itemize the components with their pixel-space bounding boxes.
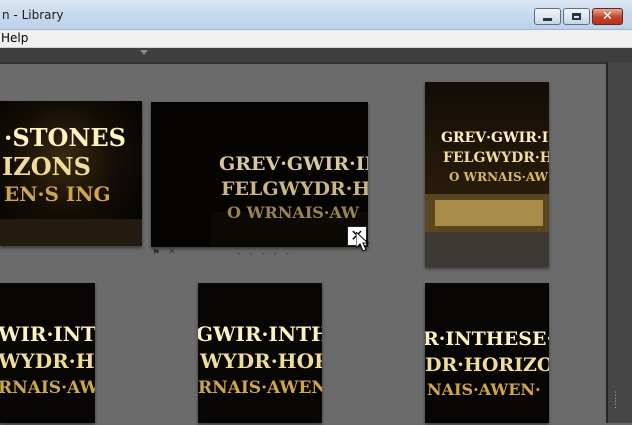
photo-image: R·INTHESE·ST DR·HORIZO NAIS·AWEN·	[425, 283, 549, 423]
photo-text: WIR·INTHESE	[0, 322, 95, 346]
photo-text: EN·S ING	[4, 182, 111, 206]
photo-image: GREV·GWIR·INTH FELGWYDR·H O WRNAIS·AW	[425, 82, 549, 267]
photo-image: WIR·INTHESE WYDR·HOR RNAIS·AWE	[0, 283, 95, 423]
photo-text: FELGWYDR·H	[443, 150, 549, 166]
photo-image: GWIR·INTHESE WYDR·HOR RNAIS·AWEN	[198, 283, 322, 423]
photo-text: GREV·GWIR·INTH	[441, 130, 549, 146]
photo-text: WYDR·HOR	[0, 349, 95, 373]
photo-text: FELGWYDR·H	[221, 178, 368, 200]
right-panel-edge[interactable]	[606, 62, 632, 423]
menu-help[interactable]: Help	[1, 31, 28, 45]
resize-grip-icon[interactable]: ⋮ ⋮	[611, 392, 620, 410]
close-icon: ✕	[602, 9, 613, 24]
photo-text: GWIR·INTHESE	[198, 322, 322, 346]
photo-text: DR·HORIZO	[425, 354, 549, 376]
rating-dots[interactable]: • • • • •	[236, 250, 292, 260]
photo-text: NAIS·AWEN·	[427, 380, 541, 399]
photo-text: IZONS	[2, 152, 91, 181]
photo-thumbnail[interactable]: ·STONES IZONS EN·S ING	[0, 101, 142, 246]
maximize-button[interactable]	[563, 8, 590, 25]
close-button[interactable]: ✕	[592, 8, 623, 25]
photo-image: GREV·GWIR·INTH FELGWYDR·H O WRNAIS·AW	[151, 102, 368, 247]
photo-text: O WRNAIS·AW	[227, 203, 360, 222]
collapse-top-panel-icon[interactable]	[140, 50, 148, 55]
mouse-cursor-icon	[356, 232, 370, 252]
window-title: n - Library	[2, 8, 64, 22]
photo-thumbnail[interactable]: GREV·GWIR·INTH FELGWYDR·H O WRNAIS·AW	[425, 82, 549, 267]
menu-bar: Help	[0, 30, 632, 48]
photo-thumbnail[interactable]: GWIR·INTHESE WYDR·HOR RNAIS·AWEN	[198, 283, 322, 423]
photo-thumbnail[interactable]: R·INTHESE·ST DR·HORIZO NAIS·AWEN·	[425, 283, 549, 423]
photo-text: GREV·GWIR·INTH	[219, 153, 368, 175]
photo-text: R·INTHESE·ST	[425, 328, 549, 350]
photo-thumbnail[interactable]: WIR·INTHESE WYDR·HOR RNAIS·AWE	[0, 283, 95, 423]
photo-text: RNAIS·AWEN	[198, 378, 322, 398]
top-panel-strip	[0, 48, 632, 62]
photo-image: ·STONES IZONS EN·S ING	[0, 101, 142, 246]
reject-icon[interactable]: ✕	[168, 247, 176, 257]
photo-text: WYDR·HOR	[199, 349, 322, 373]
minimize-button[interactable]	[534, 8, 561, 25]
minimize-icon	[543, 18, 552, 21]
photo-text: RNAIS·AWE	[0, 378, 95, 398]
photo-thumbnail-selected[interactable]: GREV·GWIR·INTH FELGWYDR·H O WRNAIS·AW	[151, 102, 368, 247]
photo-text: ·STONES	[4, 123, 126, 152]
flag-icon[interactable]: ⚑	[152, 248, 160, 258]
maximize-icon	[572, 13, 581, 20]
photo-text: O WRNAIS·AW	[449, 170, 549, 184]
title-bar: n - Library ✕	[0, 0, 632, 30]
